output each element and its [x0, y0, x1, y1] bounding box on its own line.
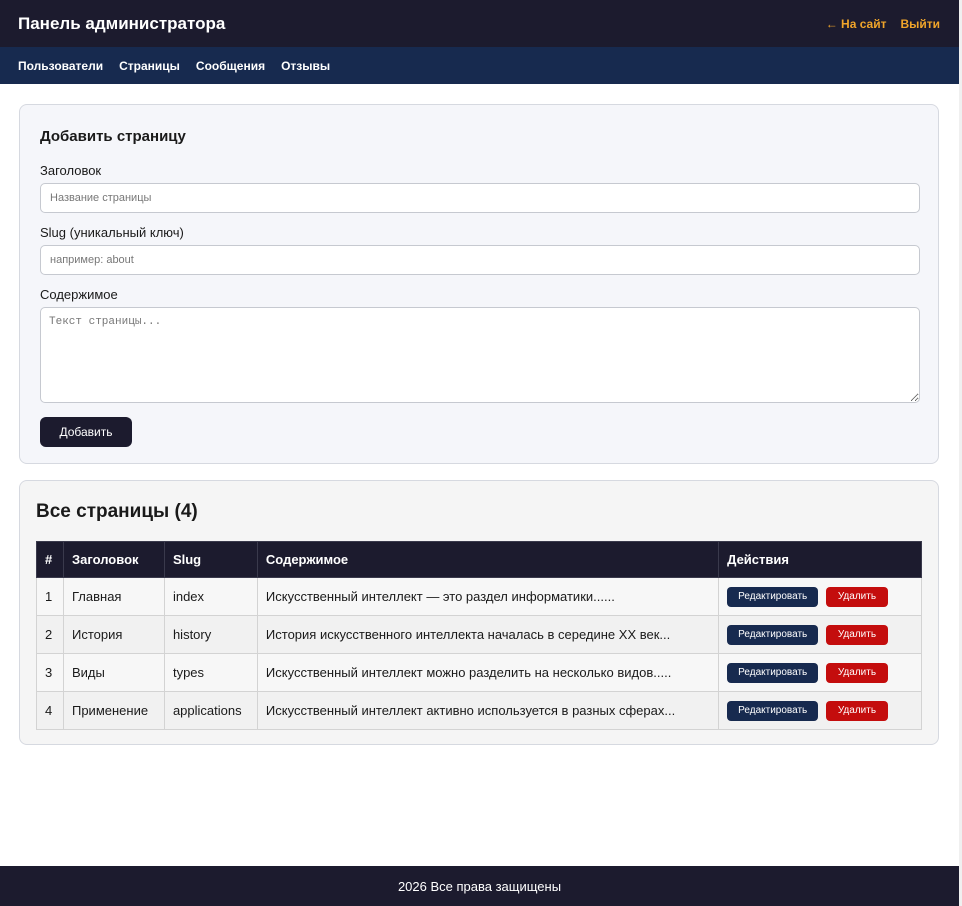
- edit-button[interactable]: Редактировать: [727, 624, 819, 645]
- row-num: 1: [36, 577, 64, 616]
- row-content: Искусственный интеллект можно разделить …: [256, 653, 720, 692]
- pages-list-title: Все страницы (4): [36, 501, 198, 522]
- admin-nav: Пользователи Страницы Сообщения Отзывы: [0, 47, 962, 84]
- header-links: ← На сайт Выйти: [826, 17, 940, 31]
- row-num: 3: [36, 653, 64, 692]
- delete-button[interactable]: Удалить: [825, 586, 889, 607]
- admin-panel-title: Панель администратора: [18, 13, 226, 33]
- footer-copyright: 2026 Все права защищены: [397, 878, 562, 894]
- add-page-form-card: Добавить страницу Заголовок Slug (уникал…: [19, 104, 939, 464]
- row-content: Искусственный интеллект активно использу…: [256, 691, 720, 730]
- column-header-content: Содержимое: [256, 541, 720, 578]
- table-row: 2 История history История искусственного…: [36, 615, 922, 654]
- content-textarea[interactable]: [40, 307, 920, 403]
- edit-button[interactable]: Редактировать: [727, 700, 819, 721]
- nav-item-pages[interactable]: Страницы: [119, 59, 180, 73]
- row-slug: applications: [163, 691, 258, 730]
- row-slug: history: [163, 615, 258, 654]
- to-site-link[interactable]: ← На сайт: [826, 17, 887, 31]
- row-slug: index: [163, 577, 258, 616]
- nav-item-reviews[interactable]: Отзывы: [281, 59, 330, 73]
- title-field-label: Заголовок: [40, 163, 102, 178]
- table-header-row: # Заголовок Slug Содержимое Действия: [36, 541, 922, 578]
- row-actions: Редактировать Удалить: [718, 577, 922, 616]
- row-content: Искусственный интеллект — это раздел инф…: [256, 577, 720, 616]
- top-header: Панель администратора ← На сайт Выйти: [0, 0, 962, 47]
- page-footer: 2026 Все права защищены: [0, 866, 959, 906]
- form-title: Добавить страницу: [40, 128, 186, 145]
- row-actions: Редактировать Удалить: [718, 691, 922, 730]
- table-row: 1 Главная index Искусственный интеллект …: [36, 577, 922, 616]
- add-page-button[interactable]: Добавить: [40, 417, 132, 447]
- column-header-actions: Действия: [718, 541, 922, 578]
- column-header-title: Заголовок: [62, 541, 165, 578]
- slug-field-label: Slug (уникальный ключ): [40, 225, 184, 240]
- table-row: 3 Виды types Искусственный интеллект мож…: [36, 653, 922, 692]
- edit-button[interactable]: Редактировать: [727, 586, 819, 607]
- row-title: Виды: [62, 653, 165, 692]
- delete-button[interactable]: Удалить: [825, 662, 889, 683]
- title-input[interactable]: [40, 183, 920, 213]
- row-content: История искусственного интеллекта начала…: [256, 615, 720, 654]
- table-row: 4 Применение applications Искусственный …: [36, 691, 922, 730]
- all-pages-card: Все страницы (4) # Заголовок Slug Содерж…: [19, 480, 939, 745]
- row-title: История: [62, 615, 165, 654]
- logout-link[interactable]: Выйти: [900, 17, 940, 31]
- row-title: Главная: [62, 577, 165, 616]
- row-num: 4: [36, 691, 64, 730]
- row-actions: Редактировать Удалить: [718, 615, 922, 654]
- nav-item-messages[interactable]: Сообщения: [196, 59, 265, 73]
- content-field-label: Содержимое: [40, 287, 118, 302]
- nav-item-users[interactable]: Пользователи: [18, 59, 103, 73]
- column-header-slug: Slug: [163, 541, 258, 578]
- delete-button[interactable]: Удалить: [825, 624, 889, 645]
- column-header-num: #: [36, 541, 64, 578]
- edit-button[interactable]: Редактировать: [727, 662, 819, 683]
- row-actions: Редактировать Удалить: [718, 653, 922, 692]
- row-num: 2: [36, 615, 64, 654]
- row-title: Применение: [62, 691, 165, 730]
- row-slug: types: [163, 653, 258, 692]
- delete-button[interactable]: Удалить: [825, 700, 889, 721]
- slug-input[interactable]: [40, 245, 920, 275]
- pages-table: # Заголовок Slug Содержимое Действия 1 Г…: [36, 541, 922, 730]
